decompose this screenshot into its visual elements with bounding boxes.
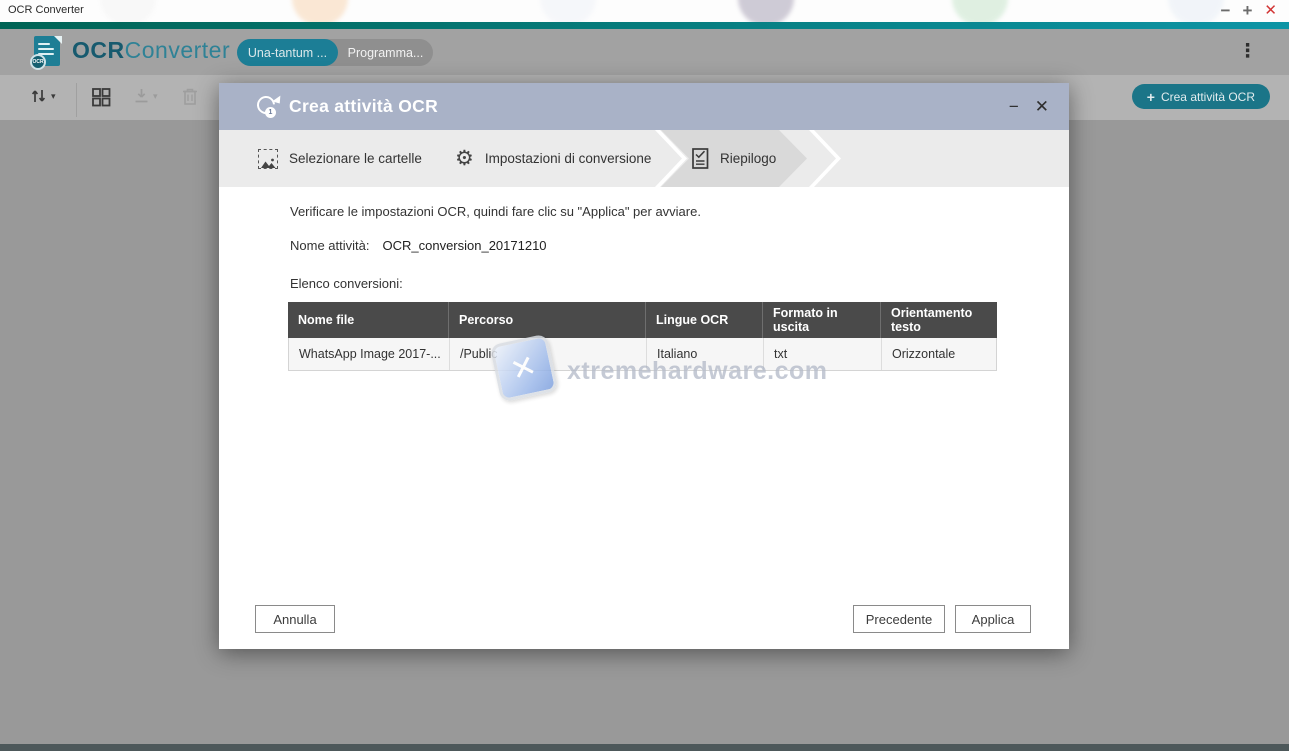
dialog-body: Verificare le impostazioni OCR, quindi f… — [219, 187, 1069, 649]
background-app-icon — [292, 0, 348, 22]
window-close-icon[interactable]: ✕ — [1264, 0, 1277, 22]
ocr-converter-logo-icon: OCR — [32, 36, 64, 68]
sort-caret-icon: ▾ — [51, 91, 56, 102]
more-menu-icon[interactable]: ⋮ — [1238, 41, 1257, 63]
dialog-minimize-icon[interactable]: − — [1009, 97, 1019, 117]
background-app-icon — [1168, 0, 1224, 22]
tab-una-tantum[interactable]: Una-tantum ... — [237, 39, 338, 66]
create-ocr-task-label: Crea attività OCR — [1161, 90, 1255, 104]
previous-button[interactable]: Precedente — [853, 605, 945, 633]
cell-percorso: /Public — [449, 338, 646, 370]
chevron-gap — [809, 130, 841, 187]
table-header-row: Nome file Percorso Lingue OCR Formato in… — [288, 302, 997, 338]
mode-tabs: Una-tantum ... Programma... — [237, 39, 433, 66]
apply-button[interactable]: Applica — [955, 605, 1031, 633]
instruction-text: Verificare le impostazioni OCR, quindi f… — [290, 204, 701, 219]
step-label: Impostazioni di conversione — [485, 151, 652, 166]
wizard-steps: Selezionare le cartelle ⚙ Impostazioni d… — [219, 130, 1069, 187]
download-caret-icon: ▾ — [153, 91, 158, 102]
col-header-nome-file: Nome file — [288, 302, 448, 338]
dialog-controls: − ✕ — [1009, 83, 1049, 130]
dialog-close-icon[interactable]: ✕ — [1035, 97, 1049, 117]
task-name-value: OCR_conversion_20171210 — [382, 238, 546, 253]
window-minimize-icon[interactable]: − — [1221, 0, 1231, 22]
col-header-lingue-ocr: Lingue OCR — [645, 302, 762, 338]
col-header-percorso: Percorso — [448, 302, 645, 338]
cell-formato: txt — [763, 338, 881, 370]
sort-button[interactable]: ▾ — [30, 87, 56, 105]
download-button[interactable]: ▾ — [133, 87, 158, 105]
download-icon — [133, 87, 150, 105]
cell-nome-file: WhatsApp Image 2017-... — [289, 338, 449, 370]
conversion-table: Nome file Percorso Lingue OCR Formato in… — [288, 302, 997, 371]
task-badge: 1 — [265, 107, 276, 118]
cell-lingue-ocr: Italiano — [646, 338, 763, 370]
task-circular-arrow-icon: 1 — [257, 96, 281, 120]
col-header-orientamento: Orientamento testo — [880, 302, 995, 338]
step-label: Selezionare le cartelle — [289, 151, 422, 166]
table-row[interactable]: WhatsApp Image 2017-... /Public Italiano… — [288, 338, 997, 371]
app-brand: OCRConverter — [72, 37, 230, 64]
brand-bold: OCR — [72, 37, 125, 63]
background-app-icon — [738, 0, 794, 22]
window-maximize-icon[interactable]: + — [1242, 0, 1252, 22]
background-app-icon — [100, 0, 156, 22]
summary-doc-icon — [692, 148, 709, 169]
dialog-header[interactable]: 1 Crea attività OCR − ✕ — [219, 83, 1069, 130]
window-controls: − + ✕ — [1221, 0, 1277, 22]
gear-icon: ⚙ — [455, 149, 474, 169]
background-app-icon — [540, 0, 596, 22]
create-ocr-task-dialog: 1 Crea attività OCR − ✕ Selezionare le c… — [219, 83, 1069, 649]
cancel-button[interactable]: Annulla — [255, 605, 335, 633]
step-select-folders[interactable]: Selezionare le cartelle — [258, 130, 422, 187]
create-ocr-task-button[interactable]: + Crea attività OCR — [1132, 84, 1270, 109]
dialog-title: Crea attività OCR — [289, 83, 438, 130]
accent-stripe — [0, 22, 1289, 29]
grid-view-icon — [91, 87, 111, 107]
tab-programma[interactable]: Programma... — [338, 39, 433, 66]
window-tab-strip: OCR Converter − + ✕ — [0, 0, 1289, 22]
step-conversion-settings[interactable]: ⚙ Impostazioni di conversione — [455, 130, 651, 187]
select-image-icon — [258, 149, 278, 169]
view-mode-button[interactable] — [91, 87, 111, 107]
conversion-list-label: Elenco conversioni: — [290, 276, 403, 291]
sort-icon — [30, 87, 48, 105]
task-name-label: Nome attività: — [290, 238, 369, 253]
window-title: OCR Converter — [8, 4, 84, 16]
plus-icon: + — [1147, 89, 1155, 105]
toolbar-separator — [76, 83, 77, 117]
logo-badge: OCR — [30, 54, 46, 70]
background-app-icon — [952, 0, 1008, 22]
app-screen: OCR Converter − + ✕ OCR OCRConverter Una… — [0, 0, 1289, 751]
trash-icon — [181, 87, 199, 106]
step-summary[interactable]: Riepilogo — [692, 130, 776, 187]
task-name-row: Nome attività: OCR_conversion_20171210 — [290, 238, 547, 253]
cell-orientamento: Orizzontale — [881, 338, 996, 370]
brand-light: Converter — [125, 37, 230, 63]
bottom-bar — [0, 744, 1289, 751]
col-header-formato: Formato in uscita — [762, 302, 880, 338]
app-header: OCR OCRConverter Una-tantum ... Programm… — [0, 29, 1289, 75]
step-label: Riepilogo — [720, 151, 776, 166]
delete-button[interactable] — [181, 87, 199, 106]
